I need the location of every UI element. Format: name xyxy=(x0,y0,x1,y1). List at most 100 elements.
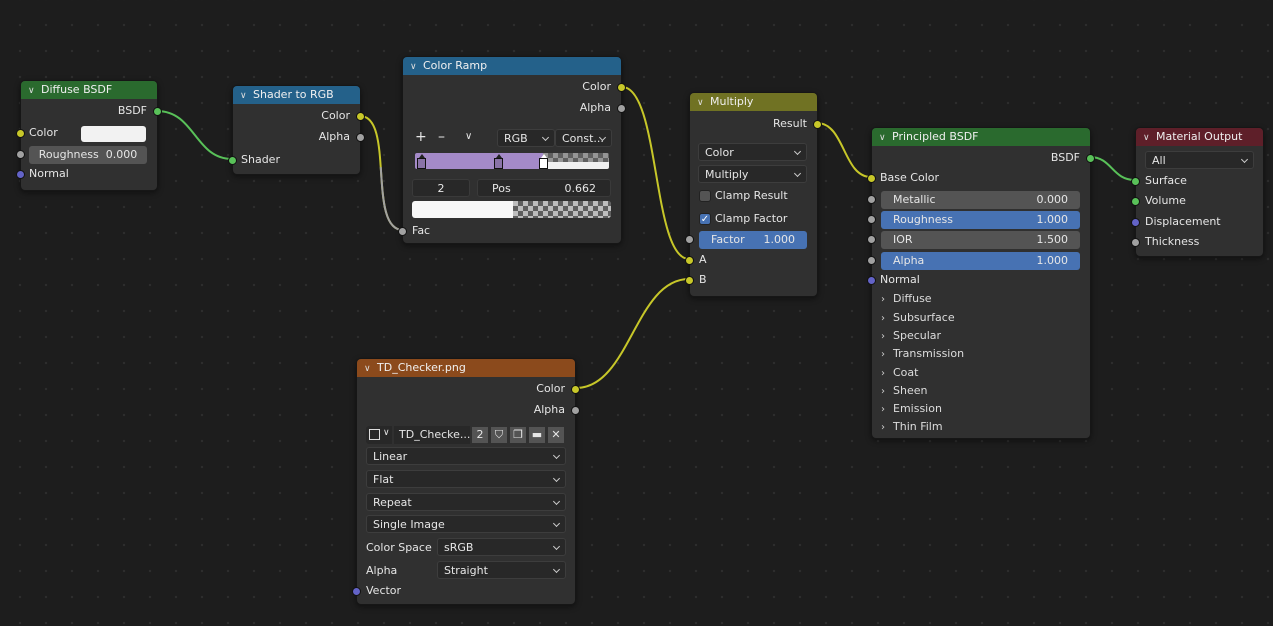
output-alpha-socket[interactable] xyxy=(617,104,626,113)
input-ior-socket[interactable] xyxy=(867,235,876,244)
input-vector-socket[interactable] xyxy=(352,587,361,596)
input-volume-socket[interactable] xyxy=(1131,197,1140,206)
principled-bsdf-header[interactable]: ∨ Principled BSDF xyxy=(872,128,1090,146)
input-normal-socket[interactable] xyxy=(16,170,25,179)
unlink-close-icon[interactable]: ✕ xyxy=(548,427,564,443)
shader-to-rgb-header[interactable]: ∨ Shader to RGB xyxy=(233,86,360,104)
image-browse-button[interactable]: ∨ xyxy=(366,426,392,444)
add-stop-button[interactable]: + xyxy=(415,129,427,145)
roughness-field[interactable]: Roughness 0.000 xyxy=(29,146,147,164)
node-title: Principled BSDF xyxy=(892,130,979,143)
image-name-field[interactable]: TD_Checke... xyxy=(394,426,470,444)
output-alpha-socket[interactable] xyxy=(571,406,580,415)
input-shader-socket[interactable] xyxy=(228,156,237,165)
output-color-socket[interactable] xyxy=(356,112,365,121)
color-ramp-header[interactable]: ∨ Color Ramp xyxy=(403,57,621,75)
color-ramp-node[interactable]: ∨ Color Ramp Color Alpha + – ∨ RGB Const.… xyxy=(398,56,626,244)
ramp-stop-tip xyxy=(496,154,503,158)
projection-select[interactable]: Flat xyxy=(366,470,566,488)
color-ramp-gradient[interactable] xyxy=(415,153,609,169)
collapse-chevron-icon[interactable]: ∨ xyxy=(879,129,889,146)
color-mode-select[interactable]: RGB xyxy=(497,129,555,147)
image-texture-node[interactable]: ∨ TD_Checker.png Color Alpha ∨ TD_Checke.… xyxy=(352,358,580,605)
input-metallic-socket[interactable] xyxy=(867,195,876,204)
panel-subsurface[interactable]: › Subsurface xyxy=(881,311,955,324)
diffuse-bsdf-header[interactable]: ∨ Diffuse BSDF xyxy=(21,81,157,99)
output-bsdf-socket[interactable] xyxy=(1086,154,1095,163)
output-color-socket[interactable] xyxy=(571,385,580,394)
interpolation-select[interactable]: Const... xyxy=(555,129,612,147)
source-select[interactable]: Single Image xyxy=(366,515,566,533)
input-fac-socket[interactable] xyxy=(398,227,407,236)
panel-emission[interactable]: › Emission xyxy=(881,402,942,415)
interpolation-select[interactable]: Linear xyxy=(366,447,566,465)
ior-field[interactable]: IOR 1.500 xyxy=(881,231,1080,249)
panel-specular[interactable]: › Specular xyxy=(881,329,941,342)
shader-to-rgb-node[interactable]: ∨ Shader to RGB Color Alpha Shader xyxy=(228,85,365,175)
roughness-field[interactable]: Roughness 1.000 xyxy=(881,211,1080,229)
output-color-socket[interactable] xyxy=(617,83,626,92)
ramp-stop-marker[interactable] xyxy=(539,154,549,169)
stop-color-field[interactable] xyxy=(412,201,611,218)
input-alpha-socket[interactable] xyxy=(867,256,876,265)
remove-stop-button[interactable]: – xyxy=(438,129,445,145)
panel-diffuse[interactable]: › Diffuse xyxy=(881,292,932,305)
clamp-factor-checkbox[interactable]: ✓ xyxy=(699,213,711,225)
collapse-chevron-icon[interactable]: ∨ xyxy=(410,58,420,75)
open-folder-icon[interactable]: ▬ xyxy=(529,427,545,443)
diffuse-bsdf-node[interactable]: ∨ Diffuse BSDF BSDF Color Roughness 0.000… xyxy=(16,80,162,191)
active-stop-index-field[interactable]: 2 xyxy=(412,179,470,197)
input-b-label: B xyxy=(699,273,707,286)
input-a-socket[interactable] xyxy=(685,256,694,265)
stop-position-field[interactable]: Pos 0.662 xyxy=(477,179,611,197)
multiply-node[interactable]: ∨ Multiply Result Color Multiply Clamp Re… xyxy=(685,92,822,297)
input-normal-socket[interactable] xyxy=(867,276,876,285)
alpha-mode-select[interactable]: Straight xyxy=(437,561,566,579)
collapse-chevron-icon[interactable]: ∨ xyxy=(697,94,707,111)
ramp-stop-marker[interactable] xyxy=(494,154,504,169)
data-type-select[interactable]: Color xyxy=(698,143,807,161)
factor-field[interactable]: Factor 1.000 xyxy=(699,231,807,249)
extension-select[interactable]: Repeat xyxy=(366,493,566,511)
panel-thin-film[interactable]: › Thin Film xyxy=(881,420,943,433)
collapse-chevron-icon[interactable]: ∨ xyxy=(28,82,38,99)
output-alpha-socket[interactable] xyxy=(356,133,365,142)
panel-coat[interactable]: › Coat xyxy=(881,366,918,379)
input-displacement-socket[interactable] xyxy=(1131,218,1140,227)
input-color-socket[interactable] xyxy=(16,129,25,138)
input-shader-label: Shader xyxy=(241,153,280,166)
multiply-header[interactable]: ∨ Multiply xyxy=(690,93,817,111)
input-base-color-socket[interactable] xyxy=(867,174,876,183)
collapse-chevron-icon[interactable]: ∨ xyxy=(1143,129,1153,146)
color-swatch[interactable] xyxy=(81,126,146,142)
blend-mode-select[interactable]: Multiply xyxy=(698,165,807,183)
input-surface-socket[interactable] xyxy=(1131,177,1140,186)
material-output-header[interactable]: ∨ Material Output xyxy=(1136,128,1263,146)
output-bsdf-socket[interactable] xyxy=(153,107,162,116)
alpha-field[interactable]: Alpha 1.000 xyxy=(881,252,1080,270)
render-target-select[interactable]: All xyxy=(1145,151,1254,169)
input-roughness-socket[interactable] xyxy=(867,215,876,224)
color-space-select[interactable]: sRGB xyxy=(437,538,566,556)
collapse-chevron-icon[interactable]: ∨ xyxy=(240,87,250,104)
metallic-field[interactable]: Metallic 0.000 xyxy=(881,191,1080,209)
image-texture-header[interactable]: ∨ TD_Checker.png xyxy=(357,359,575,377)
input-thickness-socket[interactable] xyxy=(1131,238,1140,247)
input-b-socket[interactable] xyxy=(685,276,694,285)
ramp-menu-chevron-icon[interactable]: ∨ xyxy=(465,131,472,142)
input-factor-socket[interactable] xyxy=(685,235,694,244)
image-users-count[interactable]: 2 xyxy=(472,427,488,443)
fake-user-shield-icon[interactable]: ⛉ xyxy=(491,427,507,443)
material-output-node[interactable]: ∨ Material Output All Surface Volume Disp… xyxy=(1131,127,1264,257)
output-result-socket[interactable] xyxy=(813,120,822,129)
ramp-stop-marker[interactable] xyxy=(416,154,426,169)
principled-bsdf-node[interactable]: ∨ Principled BSDF BSDF Base Color Metalli… xyxy=(867,127,1095,439)
base-color-label: Base Color xyxy=(880,171,940,184)
panel-transmission[interactable]: › Transmission xyxy=(881,347,964,360)
duplicate-image-icon[interactable]: ❐ xyxy=(510,427,526,443)
panel-sheen[interactable]: › Sheen xyxy=(881,384,927,397)
collapse-chevron-icon[interactable]: ∨ xyxy=(364,360,374,377)
input-roughness-socket[interactable] xyxy=(16,150,25,159)
chevron-right-icon: › xyxy=(881,331,885,342)
clamp-result-checkbox[interactable] xyxy=(699,190,711,202)
